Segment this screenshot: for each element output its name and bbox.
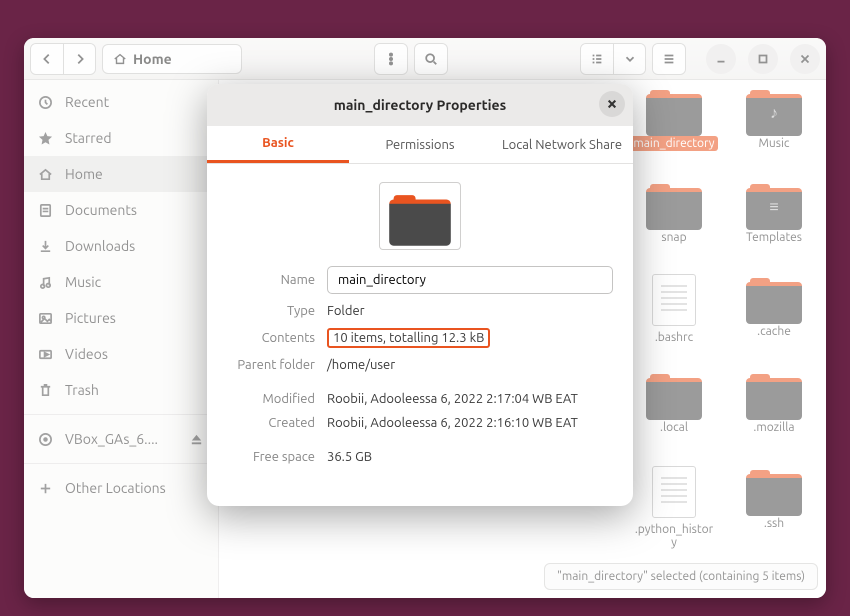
freespace-label: Free space bbox=[227, 450, 327, 464]
modified-label: Modified bbox=[227, 392, 327, 406]
name-label: Name bbox=[227, 273, 327, 287]
contents-label: Contents bbox=[227, 331, 327, 345]
created-label: Created bbox=[227, 416, 327, 430]
type-value: Folder bbox=[327, 304, 613, 318]
tab-permissions[interactable]: Permissions bbox=[349, 126, 491, 163]
folder-icon bbox=[389, 191, 451, 242]
dialog-body: Name Type Folder Contents 10 items, tota… bbox=[207, 164, 633, 506]
contents-value: 10 items, totalling 12.3 kB bbox=[327, 328, 490, 348]
parent-label: Parent folder bbox=[227, 358, 327, 372]
created-value: Roobii, Adooleessa 6, 2022 2:16:10 WB EA… bbox=[327, 416, 613, 430]
type-label: Type bbox=[227, 304, 327, 318]
name-input[interactable] bbox=[327, 266, 613, 294]
freespace-value: 36.5 GB bbox=[327, 450, 613, 464]
modified-value: Roobii, Adooleessa 6, 2022 2:17:04 WB EA… bbox=[327, 392, 613, 406]
tab-local-network-share[interactable]: Local Network Share bbox=[491, 126, 633, 163]
dialog-tabs: Basic Permissions Local Network Share bbox=[207, 126, 633, 164]
dialog-title: main_directory Properties bbox=[334, 97, 506, 113]
dialog-close-button[interactable] bbox=[599, 91, 625, 117]
tab-basic[interactable]: Basic bbox=[207, 126, 349, 163]
dialog-header: main_directory Properties bbox=[207, 84, 633, 126]
parent-value: /home/user bbox=[327, 358, 613, 372]
properties-dialog: main_directory Properties Basic Permissi… bbox=[207, 84, 633, 506]
